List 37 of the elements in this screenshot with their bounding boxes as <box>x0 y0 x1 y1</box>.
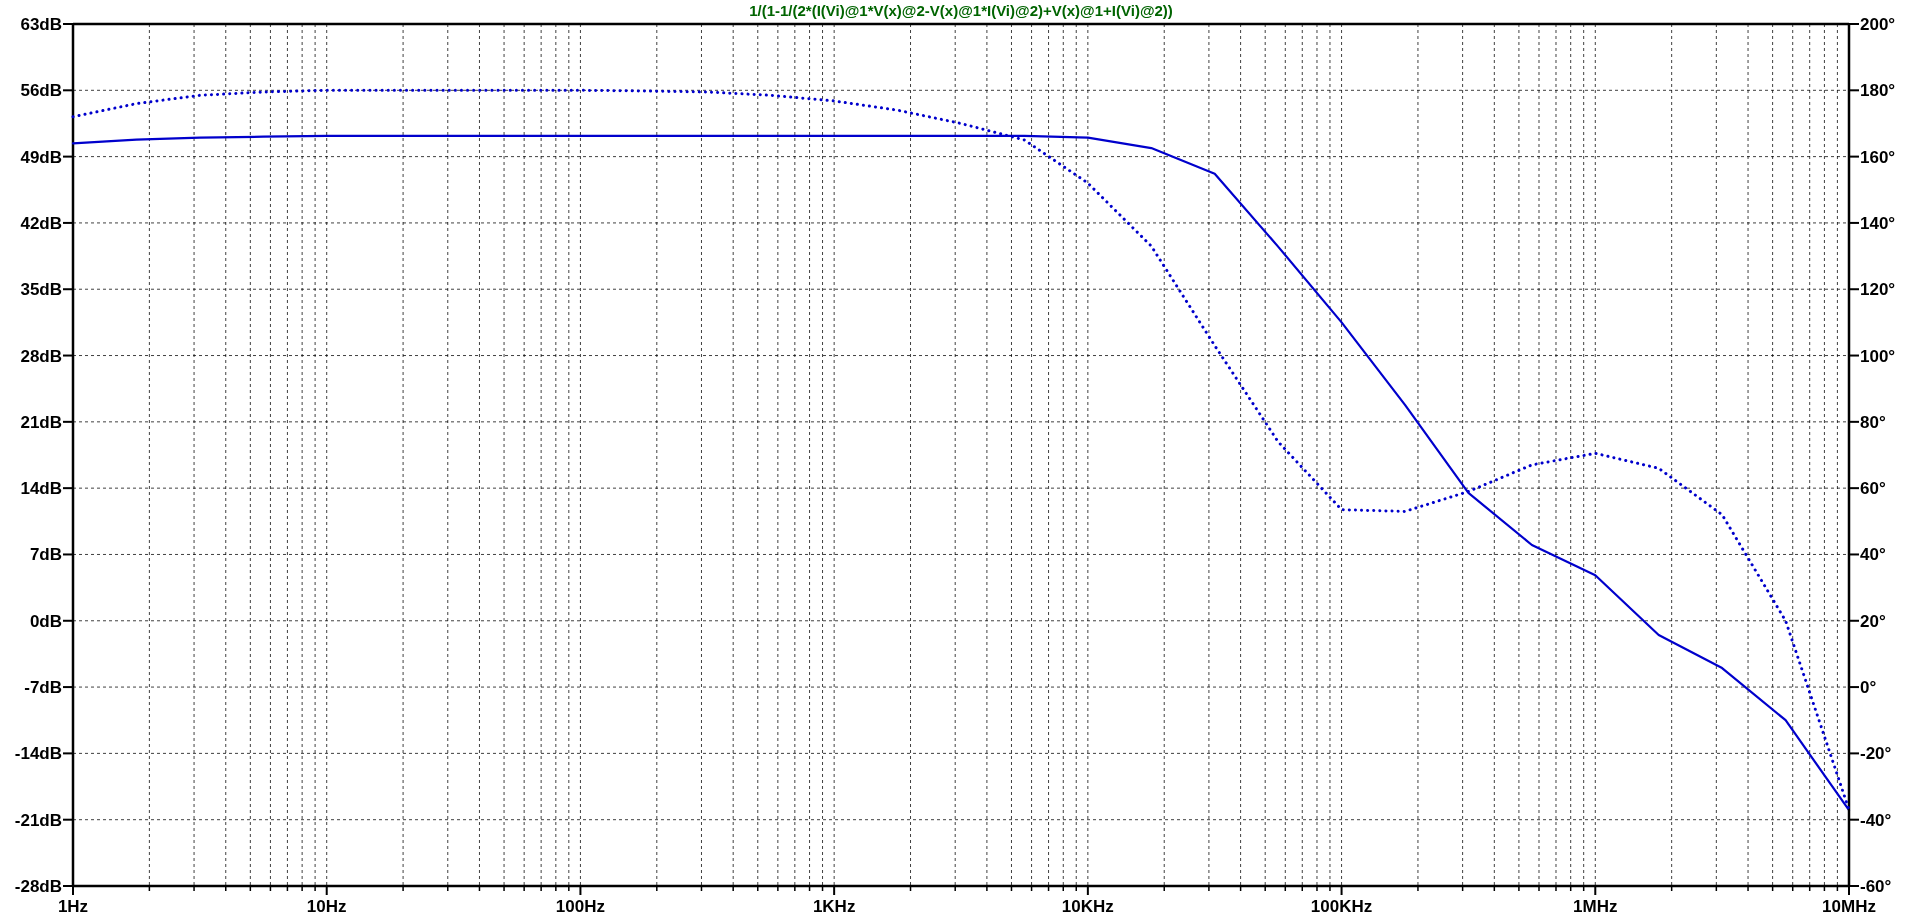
axis-label: 160° <box>1860 147 1896 167</box>
axis-label: -20° <box>1860 744 1892 764</box>
chart-title: 1/(1-1/(2*(I(Vi)@1*V(x)@2-V(x)@1*I(Vi)@2)+V(x)@1+I(Vi)@2)) <box>749 2 1173 19</box>
axis-label: 7dB <box>29 545 62 565</box>
axis-label: 140° <box>1860 213 1896 233</box>
axis-label: 42dB <box>20 213 62 233</box>
axis-label: -21dB <box>14 810 62 830</box>
axis-label: 100° <box>1860 346 1896 366</box>
axis-label: 56dB <box>20 81 62 101</box>
axis-label: 1Hz <box>57 897 89 916</box>
axis-label: 0dB <box>29 611 62 631</box>
axis-label: 49dB <box>20 147 62 167</box>
axis-label: 80° <box>1860 412 1886 432</box>
axis-label: 60° <box>1860 479 1886 499</box>
axis-label: 20° <box>1860 611 1886 631</box>
axis-label: 14dB <box>20 479 62 499</box>
axis-label: 0° <box>1860 678 1877 698</box>
axis-label: -7dB <box>24 678 62 698</box>
axis-label: 200° <box>1860 15 1896 34</box>
axis-label: 28dB <box>20 346 62 366</box>
axis-label: 63dB <box>20 15 62 34</box>
axis-label: 100Hz <box>555 897 605 916</box>
axis-label: 10KHz <box>1061 897 1114 916</box>
axis-label: -28dB <box>14 877 62 896</box>
axis-label: 10Hz <box>306 897 347 916</box>
axis-label: 1KHz <box>812 897 856 916</box>
axis-label: 1MHz <box>1573 897 1618 916</box>
axis-label: 40° <box>1860 545 1886 565</box>
axis-label: -40° <box>1860 810 1892 830</box>
axis-label: -14dB <box>14 744 62 764</box>
axis-label: -60° <box>1860 877 1892 896</box>
axis-label: 35dB <box>20 280 62 300</box>
axis-label: 180° <box>1860 81 1896 101</box>
axis-label: 10MHz <box>1822 897 1876 916</box>
axis-label: 120° <box>1860 280 1896 300</box>
axis-label: 100KHz <box>1310 897 1373 916</box>
axis-label: 21dB <box>20 412 62 432</box>
